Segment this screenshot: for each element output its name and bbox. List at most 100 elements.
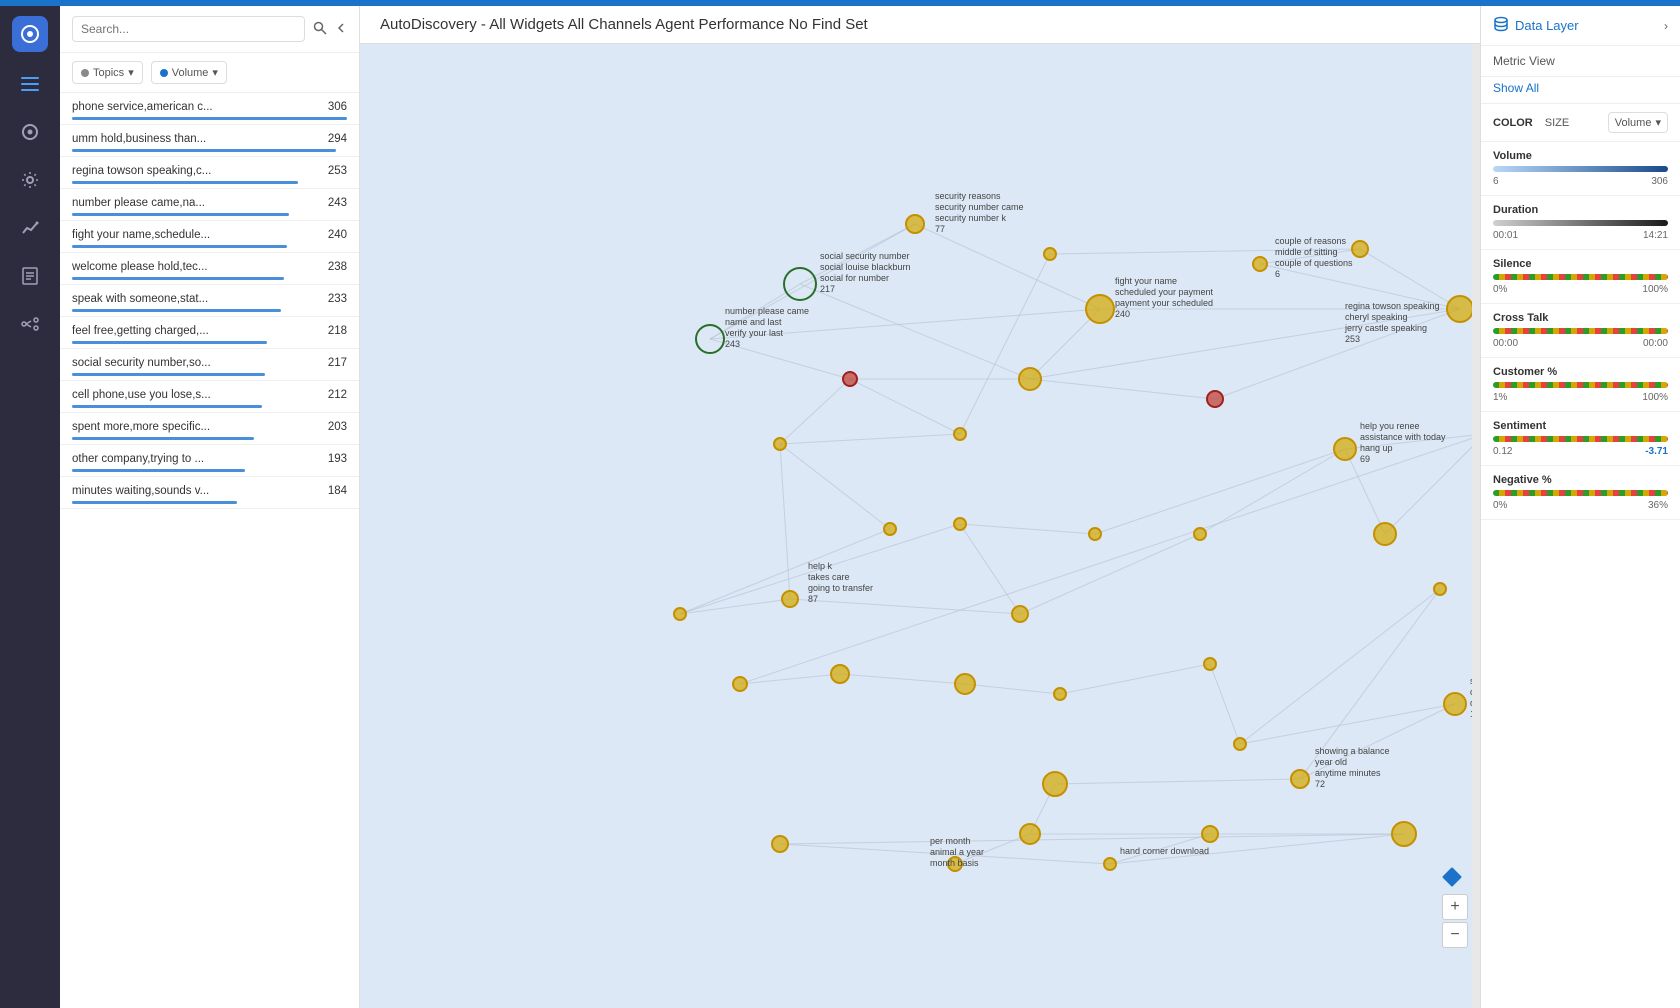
node-n24[interactable] <box>733 677 747 691</box>
svg-text:payment your scheduled: payment your scheduled <box>1115 298 1213 308</box>
sidebar-icon-settings[interactable] <box>14 164 46 196</box>
search-input[interactable] <box>72 16 305 42</box>
list-item[interactable]: umm hold,business than... 294 <box>60 125 359 157</box>
list-item[interactable]: minutes waiting,sounds v... 184 <box>60 477 359 509</box>
node-n22[interactable] <box>1374 523 1396 545</box>
node-n1[interactable]: security reasonssecurity number camesecu… <box>906 191 1024 234</box>
topics-filter-dropdown[interactable]: Topics ▾ <box>72 61 143 84</box>
sidebar-icon-discovery[interactable] <box>14 116 46 148</box>
node-n4[interactable]: number please camename and lastverify yo… <box>696 306 809 353</box>
node-n32[interactable]: showing a balanceyear oldanytime minutes… <box>1291 746 1390 789</box>
volume-metric-dropdown[interactable]: Volume ▾ <box>1608 112 1668 133</box>
topic-count: 193 <box>328 453 347 465</box>
node-n37[interactable] <box>772 836 788 852</box>
node-n3[interactable]: fight your namescheduled your paymentpay… <box>1086 276 1214 323</box>
nav-control[interactable] <box>1442 867 1462 890</box>
node-n28[interactable] <box>1204 658 1216 670</box>
volume-filter-dropdown[interactable]: Volume ▾ <box>151 61 227 84</box>
node-n16[interactable]: help ktakes caregoing to transfer87 <box>782 561 873 607</box>
metric-max-crosstalk: 00:00 <box>1643 338 1668 349</box>
node-n13[interactable] <box>774 438 786 450</box>
main-content: AutoDiscovery - All Widgets All Channels… <box>360 6 1480 1008</box>
size-tab[interactable]: SIZE <box>1545 117 1569 129</box>
node-n20[interactable] <box>1194 528 1206 540</box>
svg-text:middle of sitting: middle of sitting <box>1275 247 1338 257</box>
list-item[interactable]: spent more,more specific... 203 <box>60 413 359 445</box>
metric-section-crosstalk: Cross Talk 00:00 00:00 <box>1481 304 1680 358</box>
metric-min-customer: 1% <box>1493 392 1507 403</box>
metric-min-duration: 00:01 <box>1493 230 1518 241</box>
node-n26[interactable] <box>955 674 975 694</box>
node-n36[interactable] <box>1392 822 1416 846</box>
sidebar-icon-flows[interactable] <box>14 308 46 340</box>
node-n35[interactable] <box>1202 826 1218 842</box>
show-all-link[interactable]: Show All <box>1481 77 1680 104</box>
svg-text:jerry castle speaking: jerry castle speaking <box>1344 323 1427 333</box>
node-n39[interactable]: hand corner download <box>1104 846 1209 870</box>
node-n30[interactable] <box>1434 583 1446 595</box>
node-n8[interactable]: regina towson speakingcheryl speakingjer… <box>1344 296 1473 344</box>
volume-dropdown-arrow: ▾ <box>1655 116 1661 129</box>
zoom-controls: + − <box>1442 894 1468 948</box>
node-n15[interactable] <box>674 608 686 620</box>
node-n19[interactable] <box>1089 528 1101 540</box>
color-size-tabs: COLOR SIZE Volume ▾ <box>1481 104 1680 142</box>
node-n18[interactable] <box>1012 606 1028 622</box>
svg-text:couple of questions: couple of questions <box>1275 258 1353 268</box>
list-item[interactable]: cell phone,use you lose,s... 212 <box>60 381 359 413</box>
topic-name: phone service,american c... <box>72 101 213 113</box>
list-item[interactable]: regina towson speaking,c... 253 <box>60 157 359 189</box>
list-item[interactable]: number please came,na... 243 <box>60 189 359 221</box>
node-n33[interactable] <box>1043 772 1067 796</box>
color-tab[interactable]: COLOR <box>1493 117 1533 129</box>
list-item[interactable]: phone service,american c... 306 <box>60 93 359 125</box>
topic-bar <box>72 309 281 312</box>
topic-count: 306 <box>328 101 347 113</box>
list-item[interactable]: social security number,so... 217 <box>60 349 359 381</box>
node-n12[interactable] <box>954 428 966 440</box>
visualization-area[interactable]: security reasonssecurity number camesecu… <box>360 44 1480 1008</box>
topic-bar <box>72 149 336 152</box>
expand-right-panel-icon[interactable]: › <box>1664 19 1668 33</box>
sidebar-icon-analytics[interactable] <box>14 212 46 244</box>
scrollbar[interactable] <box>1472 44 1480 1008</box>
collapse-panel-icon[interactable] <box>335 21 347 37</box>
node-n7[interactable] <box>1207 391 1223 407</box>
search-icon[interactable] <box>313 21 327 38</box>
node-n29[interactable] <box>1234 738 1246 750</box>
metric-gradient-silence <box>1493 274 1668 280</box>
svg-text:hand corner download: hand corner download <box>1120 846 1209 856</box>
list-item[interactable]: speak with someone,stat... 233 <box>60 285 359 317</box>
node-n2[interactable]: social security numbersocial louise blac… <box>784 251 911 300</box>
node-n21[interactable]: help you reneeassistance with todayhang … <box>1334 421 1446 464</box>
node-n6[interactable] <box>843 372 857 386</box>
list-item[interactable]: welcome please hold,tec... 238 <box>60 253 359 285</box>
topic-count: 218 <box>328 325 347 337</box>
node-n34[interactable] <box>1020 824 1040 844</box>
node-n9[interactable]: couple of reasonsmiddle of sittingcouple… <box>1253 236 1353 279</box>
node-n14[interactable] <box>884 523 896 535</box>
sidebar-icon-menu[interactable] <box>14 68 46 100</box>
node-n17[interactable] <box>954 518 966 530</box>
node-n25[interactable] <box>831 665 849 683</box>
svg-text:217: 217 <box>820 284 835 294</box>
svg-text:69: 69 <box>1360 454 1370 464</box>
node-n10[interactable] <box>1352 241 1368 257</box>
metric-gradient-volume <box>1493 166 1668 172</box>
app-logo[interactable] <box>12 16 48 52</box>
metric-title-negative: Negative % <box>1493 474 1668 486</box>
list-item[interactable]: other company,trying to ... 193 <box>60 445 359 477</box>
sidebar-icon-reports[interactable] <box>14 260 46 292</box>
metric-max-customer: 100% <box>1642 392 1668 403</box>
list-item[interactable]: fight your name,schedule... 240 <box>60 221 359 253</box>
data-layer-label: Data Layer <box>1515 18 1579 33</box>
topic-name: umm hold,business than... <box>72 133 206 145</box>
node-n27[interactable] <box>1054 688 1066 700</box>
node-n5[interactable] <box>1019 368 1041 390</box>
list-item[interactable]: feel free,getting charged,... 218 <box>60 317 359 349</box>
svg-text:showing a balance: showing a balance <box>1315 746 1390 756</box>
zoom-out-button[interactable]: − <box>1442 922 1468 948</box>
zoom-in-button[interactable]: + <box>1442 894 1468 920</box>
node-n11[interactable] <box>1044 248 1056 260</box>
svg-text:hang up: hang up <box>1360 443 1393 453</box>
